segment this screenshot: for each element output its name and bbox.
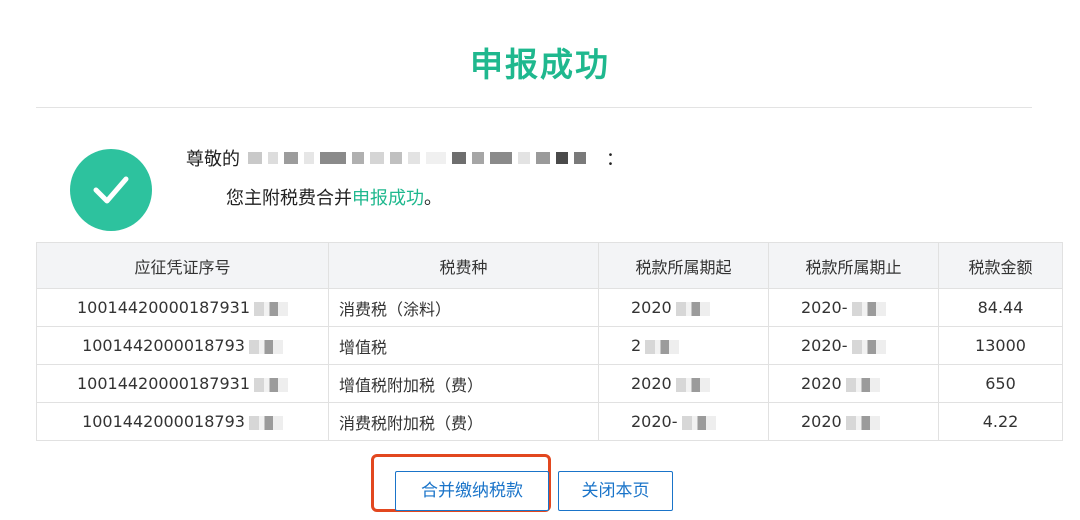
redacted-name xyxy=(248,152,592,164)
period-end-cell: 2020- xyxy=(768,326,939,365)
period-start-cell: 2020 xyxy=(598,288,769,327)
message-suffix: 。 xyxy=(424,188,442,209)
table-row: 10014420000187931 消费税（涂料） 2020 2020- 84.… xyxy=(36,288,1063,327)
redacted-value xyxy=(254,301,289,316)
tax-type-cell: 增值税附加税（费） xyxy=(328,364,599,403)
period-start-cell: 2020 xyxy=(598,364,769,403)
header-voucher-no: 应征凭证序号 xyxy=(36,242,329,289)
tax-table: 应征凭证序号 税费种 税款所属期起 税款所属期止 税款金额 1001442000… xyxy=(36,242,1063,441)
voucher-no-cell: 1001442000018793 xyxy=(36,402,329,441)
voucher-no-cell: 10014420000187931 xyxy=(36,288,329,327)
header-period-end: 税款所属期止 xyxy=(768,242,939,289)
amount-cell: 650 xyxy=(938,364,1063,403)
header-tax-type: 税费种 xyxy=(328,242,599,289)
tax-type-cell: 增值税 xyxy=(328,326,599,365)
period-start-cell: 2 xyxy=(598,326,769,365)
table-row: 10014420000187931 增值税附加税（费） 2020 2020 65… xyxy=(36,364,1063,403)
period-end-cell: 2020- xyxy=(768,288,939,327)
header-period-start: 税款所属期起 xyxy=(598,242,769,289)
check-icon xyxy=(93,176,129,204)
redacted-value xyxy=(248,415,283,430)
tax-type-cell: 消费税（涂料） xyxy=(328,288,599,327)
redacted-value xyxy=(851,301,886,316)
success-badge xyxy=(70,149,152,231)
table-row: 1001442000018793 增值税 2 2020- 13000 xyxy=(36,326,1063,365)
success-message: 您主附税费合并申报成功。 xyxy=(226,184,442,210)
amount-cell: 84.44 xyxy=(938,288,1063,327)
redacted-value xyxy=(845,415,880,430)
table-header-row: 应征凭证序号 税费种 税款所属期起 税款所属期止 税款金额 xyxy=(36,242,1063,289)
amount-cell: 4.22 xyxy=(938,402,1063,441)
redacted-value xyxy=(645,339,680,354)
voucher-no-cell: 1001442000018793 xyxy=(36,326,329,365)
page-title: 申报成功 xyxy=(470,45,610,84)
merge-pay-button[interactable]: 合并缴纳税款 xyxy=(395,471,549,511)
table-row: 1001442000018793 消费税附加税（费） 2020- 2020 4.… xyxy=(36,402,1063,441)
redacted-value xyxy=(675,377,710,392)
redacted-value xyxy=(675,301,710,316)
greeting-line: 尊敬的 ： xyxy=(186,146,624,170)
redacted-value xyxy=(254,377,289,392)
greeting-prefix: 尊敬的 xyxy=(186,149,240,170)
title-divider xyxy=(36,107,1032,108)
greeting-suffix: ： xyxy=(606,149,624,170)
redacted-value xyxy=(248,339,283,354)
period-start-cell: 2020- xyxy=(598,402,769,441)
tax-type-cell: 消费税附加税（费） xyxy=(328,402,599,441)
voucher-no-cell: 10014420000187931 xyxy=(36,364,329,403)
redacted-value xyxy=(845,377,880,392)
amount-cell: 13000 xyxy=(938,326,1063,365)
redacted-value xyxy=(681,415,716,430)
header-amount: 税款金额 xyxy=(938,242,1063,289)
message-highlight: 申报成功 xyxy=(352,188,424,209)
redacted-value xyxy=(851,339,886,354)
close-page-button[interactable]: 关闭本页 xyxy=(558,471,673,511)
period-end-cell: 2020 xyxy=(768,402,939,441)
period-end-cell: 2020 xyxy=(768,364,939,403)
message-prefix: 您主附税费合并 xyxy=(226,188,352,209)
